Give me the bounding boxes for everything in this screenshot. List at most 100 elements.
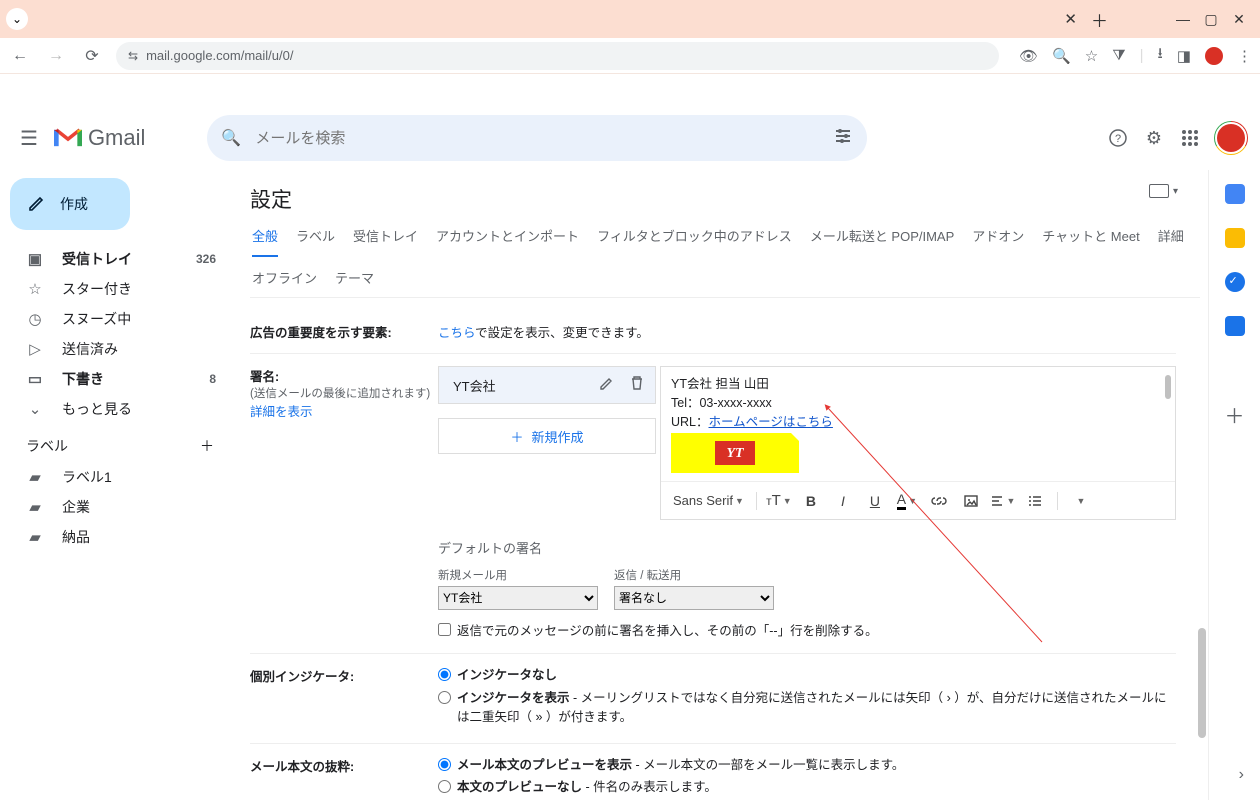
settings-tab[interactable]: アドオン [972, 226, 1024, 256]
site-info-icon[interactable]: ⇆ [128, 49, 138, 63]
settings-tab[interactable]: 詳細 [1158, 226, 1184, 256]
insert-before-quoted-label: 返信で元のメッセージの前に署名を挿入し、その前の「--」行を削除する。 [457, 620, 878, 639]
sidebar-item-draft[interactable]: ▭ 下書き 8 [4, 364, 228, 394]
text-color-button[interactable]: A▼ [893, 487, 921, 515]
search-box[interactable]: 🔍 [207, 115, 867, 161]
chevron-down-icon: ▾ [1173, 186, 1178, 197]
sidebar-item-more[interactable]: ⌄ もっと見る [4, 394, 228, 424]
get-addons-icon[interactable]: ＋ [1225, 400, 1245, 429]
sidebar-item-clock[interactable]: ◷ スヌーズ中 [4, 304, 228, 334]
delete-icon[interactable] [629, 375, 645, 395]
settings-tab[interactable]: 全般 [252, 226, 278, 257]
signature-image[interactable]: YT [671, 433, 799, 473]
insert-before-quoted-checkbox[interactable] [438, 623, 451, 636]
labels-heading: ラベル [26, 436, 68, 456]
edit-icon[interactable] [599, 375, 615, 395]
settings-tab[interactable]: 受信トレイ [353, 226, 418, 256]
window-maximize-icon[interactable]: ▢ [1204, 11, 1218, 28]
tasks-addon-icon[interactable] [1225, 272, 1245, 292]
bold-button[interactable]: B [797, 487, 825, 515]
signature-item-name: YT会社 [453, 376, 496, 395]
sidebar-item-count: 8 [209, 372, 216, 386]
defaults-heading: デフォルトの署名 [438, 538, 1176, 557]
ads-link[interactable]: こちら [438, 326, 475, 340]
input-method-selector[interactable]: ▾ [1149, 184, 1178, 198]
reply-signature-select[interactable]: 署名なし [614, 586, 774, 610]
ins集-link-button[interactable] [925, 487, 953, 515]
signature-list-item[interactable]: YT会社 [438, 366, 656, 404]
new-mail-signature-select[interactable]: YT会社 [438, 586, 598, 610]
main-menu-icon[interactable]: ☰ [20, 126, 38, 151]
align-button[interactable]: ▼ [989, 487, 1017, 515]
signature-url-link[interactable]: ホームページはこちら [709, 415, 833, 429]
settings-tab[interactable]: フィルタとブロック中のアドレス [597, 226, 792, 256]
tab-search-dropdown[interactable]: ⌄ [6, 8, 28, 30]
italic-button[interactable]: I [829, 487, 857, 515]
inbox-icon: ▣ [26, 250, 44, 268]
search-options-icon[interactable] [833, 126, 853, 151]
snippet-show-desc: - メール本文の一部をメール一覧に表示します。 [632, 758, 904, 772]
create-signature-button[interactable]: ＋ 新規作成 [438, 418, 656, 454]
snippet-show-radio[interactable] [438, 758, 451, 771]
signature-editor[interactable]: YT会社 担当 山田 Tel：03-xxxx-xxxx URL：ホームページはこ… [660, 366, 1176, 520]
back-icon[interactable]: ← [8, 47, 32, 65]
window-minimize-icon[interactable]: — [1176, 11, 1190, 27]
chrome-menu-icon[interactable]: ⋮ [1237, 47, 1252, 65]
sidebar-item-inbox[interactable]: ▣ 受信トレイ 326 [4, 244, 228, 274]
font-family-selector[interactable]: Sans Serif▼ [669, 487, 748, 515]
settings-gear-icon[interactable]: ⚙ [1142, 126, 1166, 150]
signature-more-link[interactable]: 詳細を表示 [250, 405, 313, 419]
label-icon: ▰ [26, 498, 44, 516]
zoom-icon[interactable]: 🔍 [1052, 47, 1071, 65]
compose-button[interactable]: 作成 [10, 178, 130, 230]
underline-button[interactable]: U [861, 487, 889, 515]
calendar-addon-icon[interactable] [1225, 184, 1245, 204]
eye-icon[interactable]: 👁 [1019, 47, 1038, 65]
search-input[interactable] [255, 130, 819, 147]
browser-tab[interactable] [38, 9, 1064, 37]
sidebar-item-star[interactable]: ☆ スター付き [4, 274, 228, 304]
settings-tab[interactable]: ラベル [296, 226, 335, 256]
extension-icon[interactable]: ⧩ [1112, 47, 1125, 64]
sidepanel-icon[interactable]: ◨ [1177, 47, 1191, 65]
editor-scrollbar[interactable] [1165, 375, 1171, 399]
snippet-hide-radio[interactable] [438, 780, 451, 793]
label-item[interactable]: ▰ ラベル1 [4, 462, 228, 492]
ads-text: で設定を表示、変更できます。 [475, 326, 649, 340]
search-icon[interactable]: 🔍 [221, 128, 241, 148]
add-label-icon[interactable]: ＋ [200, 436, 214, 456]
insert-image-button[interactable] [957, 487, 985, 515]
settings-tab[interactable]: テーマ [335, 268, 374, 297]
sidepanel-toggle-icon[interactable]: › [1239, 766, 1244, 784]
font-size-selector[interactable]: тT▼ [765, 487, 793, 515]
indicator-none-radio[interactable] [438, 668, 451, 681]
sidebar-item-send[interactable]: ▷ 送信済み [4, 334, 228, 364]
close-tab-icon[interactable]: ✕ [1064, 10, 1077, 28]
reload-icon[interactable]: ⟳ [80, 46, 104, 66]
gmail-logo[interactable]: Gmail [54, 125, 145, 151]
window-close-icon[interactable]: ✕ [1232, 11, 1246, 28]
settings-tab[interactable]: メール転送と POP/IMAP [810, 226, 954, 256]
keep-addon-icon[interactable] [1225, 228, 1245, 248]
account-avatar[interactable] [1214, 121, 1248, 155]
settings-tab[interactable]: チャットと Meet [1042, 226, 1139, 256]
new-tab-icon[interactable]: ＋ [1091, 7, 1108, 32]
contacts-addon-icon[interactable] [1225, 316, 1245, 336]
signature-line: URL： [671, 415, 709, 429]
more-formatting-button[interactable]: ▼ [1066, 487, 1094, 515]
settings-tab[interactable]: アカウントとインポート [436, 226, 579, 256]
support-icon[interactable]: ? [1106, 126, 1130, 150]
chrome-profile-avatar[interactable] [1205, 47, 1223, 65]
settings-tab[interactable]: オフライン [252, 268, 317, 297]
bookmark-star-icon[interactable]: ☆ [1085, 47, 1098, 65]
sidebar-item-count: 326 [196, 252, 216, 266]
label-item[interactable]: ▰ 納品 [4, 522, 228, 552]
google-apps-icon[interactable] [1178, 126, 1202, 150]
sidebar-item-label: スヌーズ中 [62, 309, 131, 329]
indicator-show-radio[interactable] [438, 691, 451, 704]
main-scrollbar[interactable] [1198, 628, 1206, 738]
address-bar[interactable]: ⇆ mail.google.com/mail/u/0/ [116, 42, 999, 70]
label-item[interactable]: ▰ 企業 [4, 492, 228, 522]
download-icon[interactable]: ⭳ [1158, 43, 1163, 68]
list-button[interactable] [1021, 487, 1049, 515]
